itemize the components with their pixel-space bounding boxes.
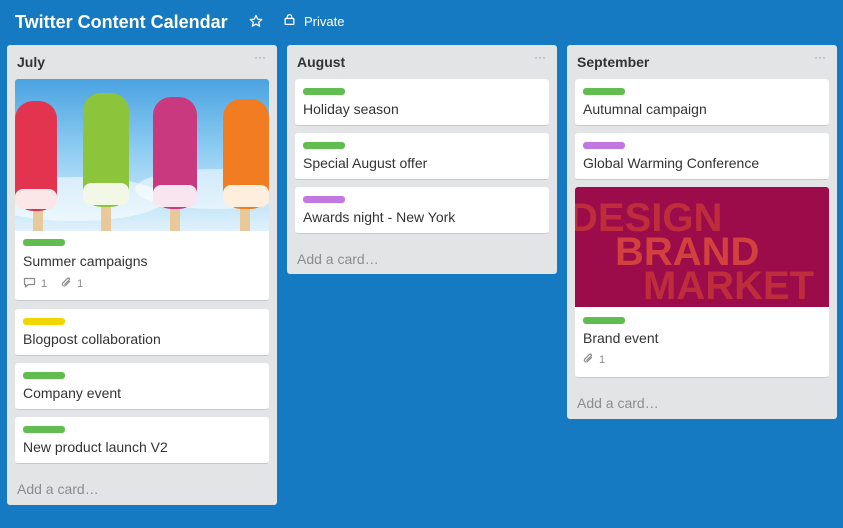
label-green <box>303 88 345 95</box>
list-header: August ··· <box>287 45 557 77</box>
card-title: Autumnal campaign <box>583 101 707 117</box>
cover-text-line3: MARKET <box>643 264 814 307</box>
card-title: Awards night - New York <box>303 209 456 225</box>
board-header: Twitter Content Calendar Private <box>0 0 843 44</box>
attachment-count: 1 <box>77 278 84 290</box>
list-menu-button[interactable]: ··· <box>253 51 267 67</box>
visibility-label: Private <box>304 13 345 29</box>
visibility-button[interactable]: Private <box>283 12 344 30</box>
card-title: Company event <box>23 385 122 401</box>
label-green <box>583 317 625 324</box>
card-company-event[interactable]: Company event <box>15 363 269 410</box>
paperclip-icon <box>61 277 72 291</box>
list-july: July ··· Summer campaigns 1 1 Blogpost c… <box>7 45 277 505</box>
design-brand-marketing-image: DESIGN BRAND MARKET <box>575 187 829 307</box>
label-yellow <box>23 318 65 325</box>
card-title: Blogpost collaboration <box>23 331 161 347</box>
label-green <box>583 88 625 95</box>
comments-badge: 1 <box>23 277 47 291</box>
comment-count: 1 <box>41 278 48 290</box>
list-menu-button[interactable]: ··· <box>813 51 827 67</box>
card-global-warming-conference[interactable]: Global Warming Conference <box>575 133 829 180</box>
attachments-badge: 1 <box>583 353 605 367</box>
card-brand-event[interactable]: DESIGN BRAND MARKET Brand event 1 <box>575 187 829 378</box>
lock-icon <box>283 13 296 29</box>
list-title[interactable]: July <box>17 54 45 70</box>
comment-icon <box>23 277 36 291</box>
list-september: September ··· Autumnal campaign Global W… <box>567 45 837 419</box>
list-title[interactable]: August <box>297 54 345 70</box>
label-green <box>23 239 65 246</box>
card-summer-campaigns[interactable]: Summer campaigns 1 1 <box>15 79 269 301</box>
add-card-button[interactable]: Add a card… <box>17 481 99 497</box>
card-title: Summer campaigns <box>23 253 148 269</box>
card-title: Special August offer <box>303 155 428 171</box>
card-title: Holiday season <box>303 101 399 117</box>
list-header: July ··· <box>7 45 277 77</box>
card-new-product-launch[interactable]: New product launch V2 <box>15 417 269 464</box>
label-purple <box>583 142 625 149</box>
card-title: Global Warming Conference <box>583 155 760 171</box>
attachments-badge: 1 <box>61 277 83 291</box>
label-purple <box>303 196 345 203</box>
list-august: August ··· Holiday season Special August… <box>287 45 557 274</box>
card-blogpost-collaboration[interactable]: Blogpost collaboration <box>15 309 269 356</box>
add-card-button[interactable]: Add a card… <box>297 251 379 267</box>
list-menu-button[interactable]: ··· <box>533 51 547 67</box>
card-holiday-season[interactable]: Holiday season <box>295 79 549 126</box>
list-title[interactable]: September <box>577 54 649 70</box>
card-special-august-offer[interactable]: Special August offer <box>295 133 549 180</box>
label-green <box>23 372 65 379</box>
card-title: New product launch V2 <box>23 439 168 455</box>
paperclip-icon <box>583 353 594 367</box>
list-header: September ··· <box>567 45 837 77</box>
popsicles-image <box>15 79 269 231</box>
card-badges: 1 <box>583 353 605 367</box>
add-card-button[interactable]: Add a card… <box>577 395 659 411</box>
board-title[interactable]: Twitter Content Calendar <box>15 11 228 33</box>
label-green <box>303 142 345 149</box>
star-icon[interactable] <box>248 13 264 29</box>
card-awards-night[interactable]: Awards night - New York <box>295 187 549 234</box>
card-autumnal-campaign[interactable]: Autumnal campaign <box>575 79 829 126</box>
card-badges: 1 1 <box>23 277 83 291</box>
card-title: Brand event <box>583 330 659 346</box>
label-green <box>23 426 65 433</box>
attachment-count: 1 <box>599 354 606 366</box>
